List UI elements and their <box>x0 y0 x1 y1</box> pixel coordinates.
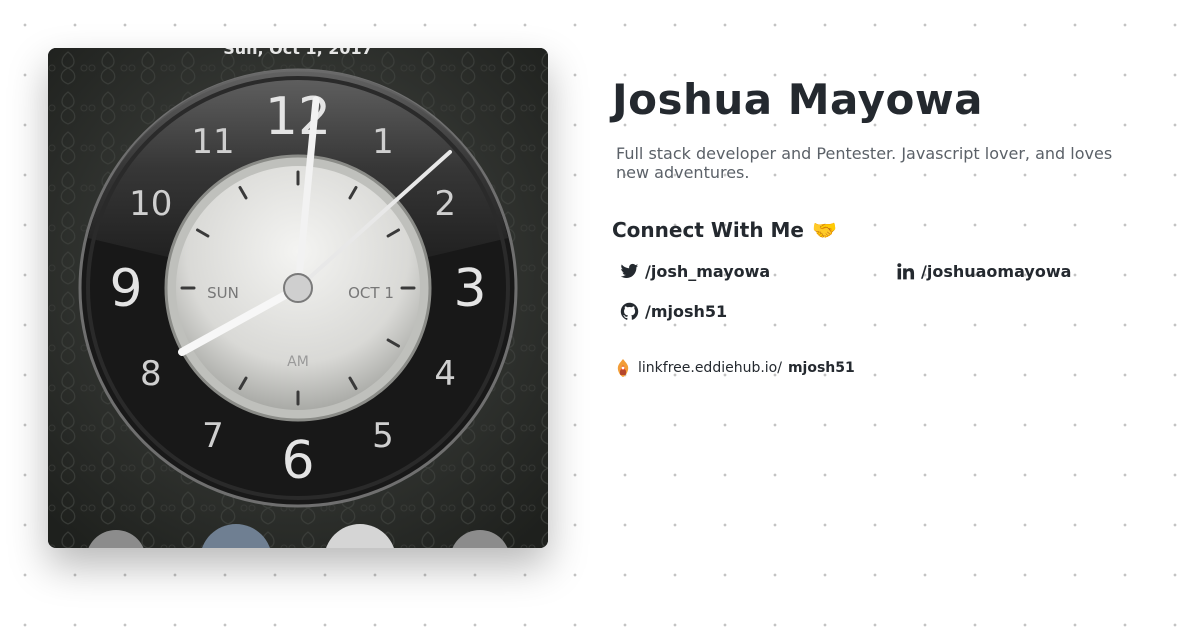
clock-numeral: 5 <box>372 416 394 456</box>
clock-date-text: OCT 1 <box>348 284 394 302</box>
profile-avatar: Sun, Oct 1, 2017 12 1 2 3 4 5 6 7 8 9 10 11 SUN OCT… <box>48 48 548 548</box>
profile-info: Joshua Mayowa Full stack developer and P… <box>612 78 1152 378</box>
social-link-github[interactable]: /mjosh51 <box>620 300 896 322</box>
linkfree-username: mjosh51 <box>787 360 855 376</box>
github-icon <box>620 302 639 320</box>
clock-numeral: 2 <box>434 184 456 224</box>
linkedin-icon <box>897 262 915 279</box>
clock-numeral: 4 <box>434 354 456 394</box>
clock-numeral: 1 <box>372 122 394 162</box>
linkfree-logo-icon <box>617 359 629 377</box>
social-link-twitter[interactable]: /josh_mayowa <box>620 260 896 282</box>
clock-numeral: 10 <box>129 184 172 224</box>
connect-heading: Connect With Me 🤝 <box>612 218 1152 242</box>
clock-numeral: 6 <box>281 431 314 491</box>
github-handle: /mjosh51 <box>645 301 728 321</box>
twitter-icon <box>620 263 639 278</box>
clock-numeral: 12 <box>265 87 331 147</box>
social-link-linkedin[interactable]: /joshuaomayowa <box>896 260 1156 282</box>
linkfree-base-url: linkfree.eddiehub.io/ <box>638 360 782 376</box>
top-date-text: Sun, Oct 1, 2017 <box>223 48 373 58</box>
handshake-icon: 🤝 <box>811 218 837 242</box>
twitter-handle: /josh_mayowa <box>645 261 771 281</box>
clock-center-pin <box>283 273 313 303</box>
profile-bio: Full stack developer and Pentester. Java… <box>616 144 1113 182</box>
profile-name: Joshua Mayowa <box>612 75 983 124</box>
clock-numeral: 8 <box>140 354 162 394</box>
clock-numeral: 3 <box>453 259 486 319</box>
social-links: /josh_mayowa /joshuaomayowa /mjosh51 <box>620 260 1152 322</box>
connect-heading-text: Connect With Me <box>612 218 804 242</box>
linkedin-handle: /joshuaomayowa <box>921 261 1072 281</box>
clock-numeral: 9 <box>109 259 142 319</box>
linkfree-link[interactable]: linkfree.eddiehub.io/ mjosh51 <box>614 358 1152 378</box>
clock-numeral: 7 <box>202 416 224 456</box>
clock-numeral: 11 <box>191 122 234 162</box>
clock-period-text: AM <box>287 354 309 370</box>
clock-wallpaper-image: Sun, Oct 1, 2017 12 12 3 45 6 78 9 10 11 SUN OCT… <box>48 48 548 548</box>
clock-day-text: SUN <box>207 284 239 302</box>
